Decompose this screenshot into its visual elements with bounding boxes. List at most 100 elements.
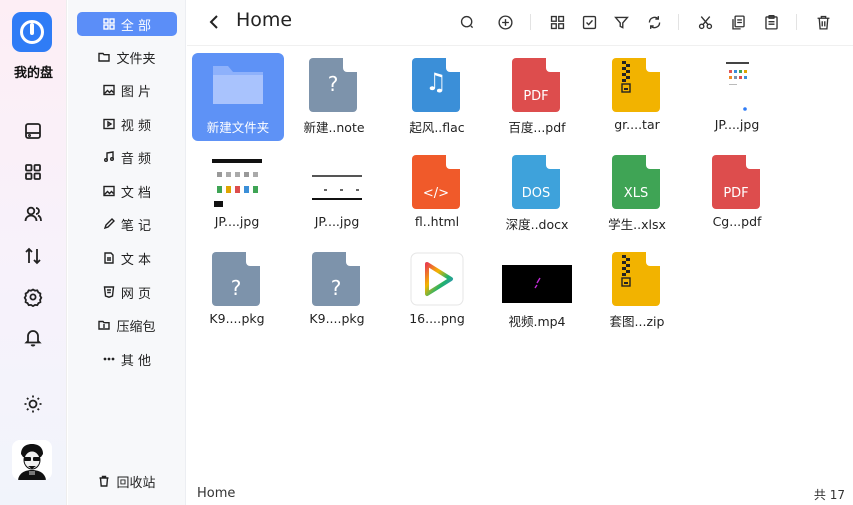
category-notes[interactable]: 笔 记 xyxy=(77,212,177,236)
file-item-flac[interactable]: ♫ 起风..flac xyxy=(391,53,483,141)
file-name: fl..html xyxy=(414,214,460,229)
category-audio[interactable]: 音 频 xyxy=(77,145,177,169)
category-other[interactable]: 其 他 xyxy=(77,347,177,371)
file-item-png[interactable]: 16....png xyxy=(391,247,483,335)
apps-grid-icon[interactable] xyxy=(22,161,44,183)
file-item-pdf[interactable]: PDF 百度...pdf xyxy=(491,53,583,141)
category-text[interactable]: 文 本 xyxy=(77,246,177,270)
file-name: 学生..xlsx xyxy=(608,217,666,232)
bell-icon[interactable] xyxy=(22,326,44,348)
file-item-folder[interactable]: 新建文件夹 xyxy=(192,53,284,141)
file-name: 视频.mp4 xyxy=(508,314,566,329)
file-item-docx[interactable]: DOS 深度..docx xyxy=(491,150,583,238)
sun-icon[interactable] xyxy=(22,393,44,415)
html-file-icon: </> xyxy=(412,155,460,209)
file-name: Cg...pdf xyxy=(712,214,762,229)
users-icon[interactable] xyxy=(22,203,44,225)
cut-icon[interactable] xyxy=(695,12,715,32)
pdf-file-icon: PDF xyxy=(712,155,760,209)
category-label: 全 部 xyxy=(120,18,152,34)
checkbox-icon[interactable] xyxy=(579,12,599,32)
excel-file-icon: XLS xyxy=(612,155,660,209)
category-video[interactable]: 视 频 xyxy=(77,112,177,136)
file-item-jpg-2[interactable]: JP....jpg xyxy=(191,150,283,238)
search-icon[interactable] xyxy=(457,12,477,32)
file-item-tar[interactable]: gr....tar xyxy=(591,53,683,141)
filter-icon[interactable] xyxy=(611,12,631,32)
archive-file-icon xyxy=(612,252,660,306)
category-label: 笔 记 xyxy=(120,218,152,234)
category-images[interactable]: 图 片 xyxy=(77,78,177,102)
folder-icon xyxy=(206,58,268,112)
category-documents[interactable]: 文 档 xyxy=(77,179,177,203)
more-icon xyxy=(103,353,115,365)
play-logo-icon xyxy=(410,252,464,306)
category-label: 视 频 xyxy=(120,118,152,134)
text-icon xyxy=(103,252,115,264)
file-name: JP....jpg xyxy=(714,117,760,132)
file-name: K9....pkg xyxy=(309,311,365,326)
file-name: 起风..flac xyxy=(409,120,465,135)
unknown-file-icon: ? xyxy=(312,252,360,306)
category-label: 文 档 xyxy=(120,185,152,201)
settings-icon[interactable] xyxy=(22,286,44,308)
file-name: 16....png xyxy=(409,311,465,326)
music-icon xyxy=(103,151,115,163)
category-label: 网 页 xyxy=(120,286,152,302)
item-count: 共 17 xyxy=(813,488,845,502)
back-button[interactable] xyxy=(205,12,225,32)
file-item-html[interactable]: </> fl..html xyxy=(391,150,483,238)
file-item-xlsx[interactable]: XLS 学生..xlsx xyxy=(591,150,683,238)
file-item-zip[interactable]: 套图...zip xyxy=(591,247,683,335)
category-label: 其 他 xyxy=(120,353,152,369)
user-avatar[interactable] xyxy=(12,440,52,480)
category-folder[interactable]: 文件夹 xyxy=(77,45,177,69)
category-panel: 全 部 文件夹 图 片 视 频 音 频 文 档 笔 记 文 本 网 页 压缩包 … xyxy=(68,0,186,505)
file-item-pkg-1[interactable]: ? K9....pkg xyxy=(191,247,283,335)
category-label: 音 频 xyxy=(120,151,152,167)
category-label: 图 片 xyxy=(120,84,152,100)
unknown-file-icon: ? xyxy=(309,58,357,112)
drive-icon[interactable] xyxy=(22,120,44,142)
trash-button[interactable]: 回收站 xyxy=(77,469,177,493)
image-thumbnail xyxy=(212,155,262,209)
file-name: 新建..note xyxy=(303,120,365,135)
file-item-pkg-2[interactable]: ? K9....pkg xyxy=(291,247,383,335)
paste-icon[interactable] xyxy=(761,12,781,32)
app-logo-icon xyxy=(12,12,52,52)
file-item-note[interactable]: ? 新建..note xyxy=(288,53,380,141)
note-icon xyxy=(103,218,115,230)
category-all[interactable]: 全 部 xyxy=(77,12,177,36)
file-item-jpg-1[interactable]: JP....jpg xyxy=(691,53,783,141)
add-icon[interactable] xyxy=(495,12,515,32)
folder-icon xyxy=(98,51,111,63)
file-item-mp4[interactable]: 视频.mp4 xyxy=(491,247,583,335)
category-label: 文件夹 xyxy=(116,51,156,67)
file-item-jpg-3[interactable]: JP....jpg xyxy=(291,150,383,238)
html-icon xyxy=(103,286,115,298)
app-name: 我的盘 xyxy=(13,66,53,81)
file-manager-window: 我的盘 全 部 文件夹 图 片 视 频 音 频 文 档 笔 记 文 本 网 页 … xyxy=(0,0,853,505)
grid-view-icon[interactable] xyxy=(547,12,567,32)
audio-file-icon: ♫ xyxy=(412,58,460,112)
copy-icon[interactable] xyxy=(728,12,748,32)
toolbar: Home xyxy=(187,0,853,46)
delete-icon[interactable] xyxy=(813,12,833,32)
trash-icon xyxy=(98,475,110,487)
image-icon xyxy=(103,84,115,96)
refresh-icon[interactable] xyxy=(644,12,664,32)
category-archive[interactable]: 压缩包 xyxy=(77,313,177,337)
pdf-file-icon: PDF xyxy=(512,58,560,112)
toolbar-divider xyxy=(796,14,797,30)
category-web[interactable]: 网 页 xyxy=(77,280,177,304)
file-item-pdf-2[interactable]: PDF Cg...pdf xyxy=(691,150,783,238)
category-label: 文 本 xyxy=(120,252,152,268)
toolbar-divider xyxy=(678,14,679,30)
archive-file-icon xyxy=(612,58,660,112)
video-thumbnail xyxy=(502,252,572,306)
document-icon xyxy=(103,185,115,197)
video-icon xyxy=(103,118,115,130)
file-name: 百度...pdf xyxy=(508,120,566,135)
transfer-icon[interactable] xyxy=(22,245,44,267)
archive-icon xyxy=(98,319,111,331)
